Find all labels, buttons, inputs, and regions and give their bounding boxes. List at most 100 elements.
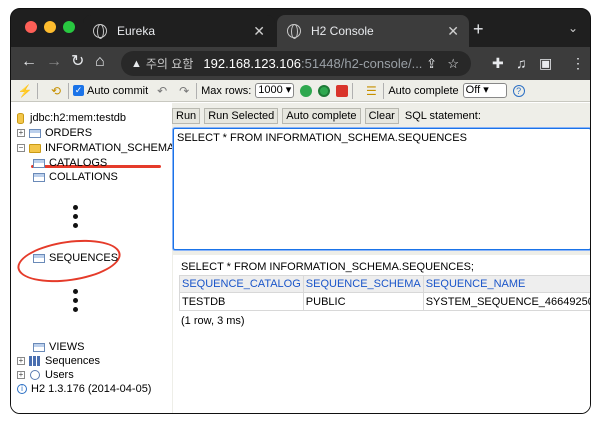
address-toolbar: ← → ↻ ⌂ ▲ 주의 요함 192.168.123.106 :51448/h…: [11, 47, 590, 80]
table-icon: [33, 342, 45, 352]
version-label: H2 1.3.176 (2014-04-05): [31, 383, 152, 395]
result-count: (1 row, 3 ms): [181, 315, 245, 327]
result-table: SEQUENCE_CATALOG SEQUENCE_SCHEMA SEQUENC…: [179, 275, 590, 311]
tree-item-label: VIEWS: [49, 341, 85, 353]
column-header[interactable]: SEQUENCE_NAME: [422, 275, 590, 293]
side-panel-icon[interactable]: ▣: [539, 55, 552, 71]
auto-complete-select[interactable]: Off ▾: [462, 83, 507, 98]
tab-bar: Eureka ✕ H2 Console ✕ + ⌄: [11, 9, 590, 47]
window-close-button[interactable]: [25, 21, 37, 33]
auto-commit-label: Auto commit: [87, 84, 149, 97]
auto-complete-button[interactable]: Auto complete: [282, 108, 361, 124]
history-icon[interactable]: ☰: [363, 83, 379, 99]
rollback-icon[interactable]: ↶: [154, 83, 170, 99]
tree-views[interactable]: VIEWS: [33, 340, 84, 354]
expand-icon[interactable]: +: [17, 371, 25, 379]
menu-icon[interactable]: ⋮: [571, 55, 585, 71]
column-header[interactable]: SEQUENCE_CATALOG: [179, 275, 304, 293]
tree-orders[interactable]: + ORDERS: [17, 126, 92, 140]
ellipsis-dots: [73, 289, 79, 316]
tab-eureka[interactable]: Eureka ✕: [83, 15, 275, 47]
commit-icon[interactable]: ↷: [176, 83, 192, 99]
tree-users[interactable]: + Users: [17, 368, 74, 382]
auto-complete-value: Off: [465, 84, 481, 96]
ellipsis-dots: [73, 205, 79, 232]
share-icon[interactable]: ⇪: [426, 51, 437, 76]
media-icon[interactable]: ♫: [516, 55, 527, 71]
tab-close-icon[interactable]: ✕: [253, 23, 265, 40]
refresh-icon[interactable]: ⟲: [48, 83, 64, 99]
disconnect-icon[interactable]: ⚡: [17, 83, 33, 99]
forward-icon[interactable]: →: [46, 53, 62, 71]
tree-collations[interactable]: COLLATIONS: [33, 170, 118, 184]
bookmark-star-icon[interactable]: ☆: [447, 51, 459, 76]
address-bar[interactable]: ▲ 주의 요함 192.168.123.106 :51448/h2-consol…: [121, 51, 471, 76]
result-query: SELECT * FROM INFORMATION_SCHEMA.SEQUENC…: [181, 261, 474, 273]
window-minimize-button[interactable]: [44, 21, 56, 33]
table-icon: [33, 172, 45, 182]
table-icon: [33, 253, 45, 263]
toolbar-divider: [68, 82, 69, 99]
help-icon[interactable]: ?: [512, 84, 525, 97]
toolbar-divider: [352, 82, 354, 99]
table-header-row: SEQUENCE_CATALOG SEQUENCE_SCHEMA SEQUENC…: [179, 275, 590, 293]
schema-tree: jdbc:h2:mem:testdb + ORDERS − INFORMATIO…: [11, 103, 174, 413]
max-rows-select[interactable]: 1000 ▾: [255, 83, 295, 98]
extensions-icon[interactable]: ✚: [492, 55, 504, 71]
tab-title: Eureka: [117, 24, 156, 38]
run-icon[interactable]: [300, 84, 313, 97]
tree-sequences-node[interactable]: + Sequences: [17, 354, 100, 368]
column-header[interactable]: SEQUENCE_SCHEMA: [302, 275, 424, 293]
clear-button[interactable]: Clear: [364, 108, 399, 124]
auto-commit-checkbox[interactable]: ✓: [73, 85, 84, 96]
run-selected-icon[interactable]: [318, 84, 331, 97]
home-icon[interactable]: ⌂: [95, 53, 105, 71]
warning-icon: ▲: [131, 57, 142, 70]
back-icon[interactable]: ←: [21, 53, 37, 71]
tree-item-label: COLLATIONS: [49, 171, 118, 183]
tree-sequences[interactable]: SEQUENCES: [33, 251, 118, 265]
reload-icon[interactable]: ↻: [71, 53, 84, 71]
tree-item-label: ORDERS: [45, 127, 93, 139]
tree-catalogs[interactable]: CATALOGS: [33, 156, 107, 170]
security-status[interactable]: 주의 요함: [146, 55, 194, 72]
window-zoom-button[interactable]: [63, 21, 75, 33]
info-icon: i: [17, 384, 27, 394]
table-row: TESTDB PUBLIC SYSTEM_SEQUENCE_46649250_1…: [179, 292, 590, 311]
run-selected-button[interactable]: Run Selected: [204, 108, 279, 124]
tab-search-chevron-icon[interactable]: ⌄: [568, 21, 578, 35]
expand-icon[interactable]: +: [17, 357, 25, 365]
collapse-icon[interactable]: −: [17, 144, 25, 152]
globe-icon: [287, 24, 301, 39]
new-tab-button[interactable]: +: [473, 19, 484, 40]
expand-icon[interactable]: +: [17, 129, 25, 137]
tab-title: H2 Console: [311, 24, 374, 38]
table-icon: [29, 128, 41, 138]
tree-item-label: Users: [45, 369, 74, 381]
table-icon: [33, 158, 45, 168]
url-path: :51448/h2-console/...: [301, 56, 423, 71]
url-host: 192.168.123.106: [203, 56, 301, 71]
result-panel: SELECT * FROM INFORMATION_SCHEMA.SEQUENC…: [173, 255, 590, 413]
query-pane: Run Run Selected Auto complete Clear SQL…: [172, 103, 590, 413]
h2-console-page: ⚡ ⟲ ✓ Auto commit ↶ ↷ Max rows: 1000 ▾ ☰…: [11, 80, 590, 413]
run-button[interactable]: Run: [172, 108, 201, 124]
max-rows-value: 1000: [258, 84, 283, 96]
toolbar-divider: [37, 82, 38, 99]
tree-item-label: INFORMATION_SCHEMA: [45, 142, 175, 154]
table-cell: PUBLIC: [302, 292, 424, 311]
tab-close-icon[interactable]: ✕: [447, 23, 459, 40]
sql-editor[interactable]: SELECT * FROM INFORMATION_SCHEMA.SEQUENC…: [173, 128, 590, 250]
h2-toolbar: ⚡ ⟲ ✓ Auto commit ↶ ↷ Max rows: 1000 ▾ ☰…: [11, 80, 590, 102]
tab-h2-console[interactable]: H2 Console ✕: [277, 15, 469, 47]
sql-statement-label: SQL statement:: [404, 110, 481, 122]
users-icon: [30, 370, 40, 380]
cancel-icon[interactable]: [336, 84, 349, 97]
browser-window: Eureka ✕ H2 Console ✕ + ⌄ ← → ↻ ⌂ ▲ 주의 요…: [10, 8, 591, 414]
sql-button-row: Run Run Selected Auto complete Clear SQL…: [172, 108, 481, 124]
tree-item-label: SEQUENCES: [49, 252, 119, 264]
auto-complete-label: Auto complete: [388, 84, 459, 97]
tree-information-schema[interactable]: − INFORMATION_SCHEMA: [17, 141, 174, 155]
tree-version: i H2 1.3.176 (2014-04-05): [17, 382, 151, 396]
tree-connection[interactable]: jdbc:h2:mem:testdb: [17, 111, 126, 125]
